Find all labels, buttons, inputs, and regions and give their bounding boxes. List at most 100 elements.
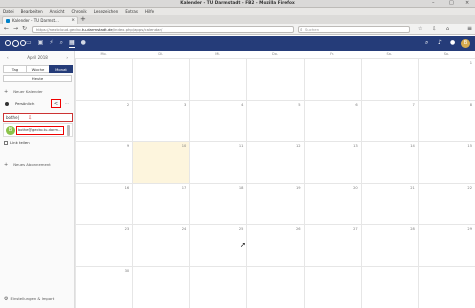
day-cell[interactable]: 5 [246,100,303,142]
minimize-button[interactable]: – [432,1,435,6]
day-cell[interactable]: 13 [303,142,361,183]
day-number: 13 [353,144,358,149]
day-number: 3 [183,102,187,107]
day-cell[interactable]: 2 [75,100,132,142]
day-cell[interactable]: 12 [246,142,303,183]
day-cell[interactable]: 29 [417,225,475,266]
contacts-menu-icon[interactable]: ● [450,40,455,46]
settings-import-button[interactable]: ⚙ Einstellungen & Import [4,296,54,302]
day-cell[interactable]: 23 [75,225,132,266]
next-month-button[interactable]: › [66,55,68,60]
day-cell[interactable]: 14 [360,142,418,183]
day-cell[interactable]: 10 [132,142,190,183]
menu-datei[interactable]: Datei [3,9,14,14]
day-cell[interactable]: 22 [417,183,475,225]
files-icon[interactable]: ▭ [26,39,32,48]
prev-month-button[interactable]: ‹ [7,55,9,60]
url-bar[interactable]: https://nextcloud.gecko. tu-darmstadt.de /… [32,26,294,33]
hamburger-menu-icon[interactable]: ≡ [467,26,472,32]
forward-button[interactable]: → [13,26,18,32]
menu-chronik[interactable]: Chronik [71,9,86,14]
browser-tab[interactable]: Kalender - TU Darmst... × [2,16,78,24]
day-cell[interactable] [303,59,361,100]
header-search-icon[interactable]: ⌕ [425,40,428,46]
share-link-toggle[interactable]: Link teilen [4,140,30,145]
day-cell[interactable]: 26 [246,225,303,266]
day-cell[interactable]: 3 [132,100,189,142]
weekday-header: Mo. Di. Mi. Do. Fr. Sa. So. [75,51,475,58]
day-cell[interactable] [132,267,189,308]
weekday-label: Fr. [330,52,335,56]
reload-button[interactable]: ↻ [22,26,27,32]
new-subscription-button[interactable]: + Neues Abonnement [4,162,51,168]
day-cell[interactable]: 24 [132,225,189,266]
day-cell[interactable] [246,267,303,308]
view-month-button[interactable]: Monat [49,65,73,73]
share-link-checkbox[interactable] [4,140,8,145]
calendar-icon[interactable]: ▦ [68,39,75,48]
new-tab-button[interactable]: + [80,16,86,23]
day-cell[interactable]: 19 [246,183,303,225]
menu-lesezeichen[interactable]: Lesezeichen [94,9,119,14]
more-options-icon[interactable]: ··· [65,101,69,106]
day-cell[interactable]: 1 [417,59,475,100]
day-cell[interactable]: 9 [75,142,132,183]
day-cell[interactable]: 27 [303,225,361,266]
day-number: 5 [298,102,301,107]
day-cell[interactable] [189,59,246,100]
day-cell[interactable]: 15 [417,142,475,183]
suggestion-email[interactable]: bothe@gecko.tu-darm... [16,126,64,135]
day-cell[interactable]: 30 [75,267,132,308]
tab-close-icon[interactable]: × [71,18,75,23]
day-cell[interactable]: 28 [360,225,418,266]
view-day-button[interactable]: Tag [3,65,27,73]
suggestion-scrollbar[interactable] [67,125,70,136]
search-field[interactable]: ⌕ Suchen [298,26,410,33]
today-button[interactable]: Heute [3,75,72,82]
day-cell[interactable] [360,59,418,100]
menu-hilfe[interactable]: Hilfe [145,9,154,14]
day-cell[interactable]: 8 [417,100,475,142]
share-icon[interactable]: < [51,99,61,108]
gallery-icon[interactable]: ▣ [38,39,44,48]
back-button[interactable]: ← [4,26,9,32]
view-week-button[interactable]: Woche [26,65,50,73]
day-cell[interactable]: 21 [360,183,418,225]
new-calendar-button[interactable]: + Neuer Kalender [4,89,43,95]
day-number: 15 [467,144,472,149]
day-cell[interactable] [132,59,189,100]
menu-bearbeiten[interactable]: Bearbeiten [21,9,43,14]
calendar-list-item[interactable]: Persönlich < ··· [0,98,75,109]
search-app-icon[interactable]: ⌕ [60,39,63,48]
day-cell[interactable]: 7 [360,100,418,142]
menu-extras[interactable]: Extras [125,9,138,14]
day-cell[interactable]: 17 [132,183,189,225]
maximize-button[interactable]: □ [449,1,454,6]
day-cell[interactable]: 16 [75,183,132,225]
share-with-input[interactable]: bothe| ⇩ [3,113,73,122]
search-placeholder: Suchen [305,27,320,32]
day-cell[interactable] [303,267,361,308]
current-month-label[interactable]: April 2018 [27,55,48,60]
close-window-button[interactable]: × [465,1,469,6]
day-cell[interactable]: 25 [189,225,246,266]
day-cell[interactable] [189,267,246,308]
activity-icon[interactable]: ⚡ [49,39,53,48]
notifications-icon[interactable]: ♪ [438,40,442,46]
day-number: 10 [181,144,187,149]
user-avatar[interactable]: B [461,39,470,48]
day-number: 28 [410,227,415,232]
day-cell[interactable]: 4 [189,100,246,142]
contacts-icon[interactable]: ● [81,39,86,48]
day-cell[interactable]: 20 [303,183,361,225]
day-cell[interactable]: 18 [189,183,246,225]
toolbar-icons[interactable]: ☆ ⇩ ⌂ [418,26,453,32]
day-cell[interactable] [417,267,475,308]
day-cell[interactable] [75,59,132,100]
day-cell[interactable] [246,59,303,100]
day-cell[interactable]: 6 [303,100,361,142]
day-cell[interactable]: 11 [189,142,246,183]
menu-ansicht[interactable]: Ansicht [50,9,65,14]
nextcloud-logo[interactable] [5,39,27,47]
day-cell[interactable] [360,267,418,308]
